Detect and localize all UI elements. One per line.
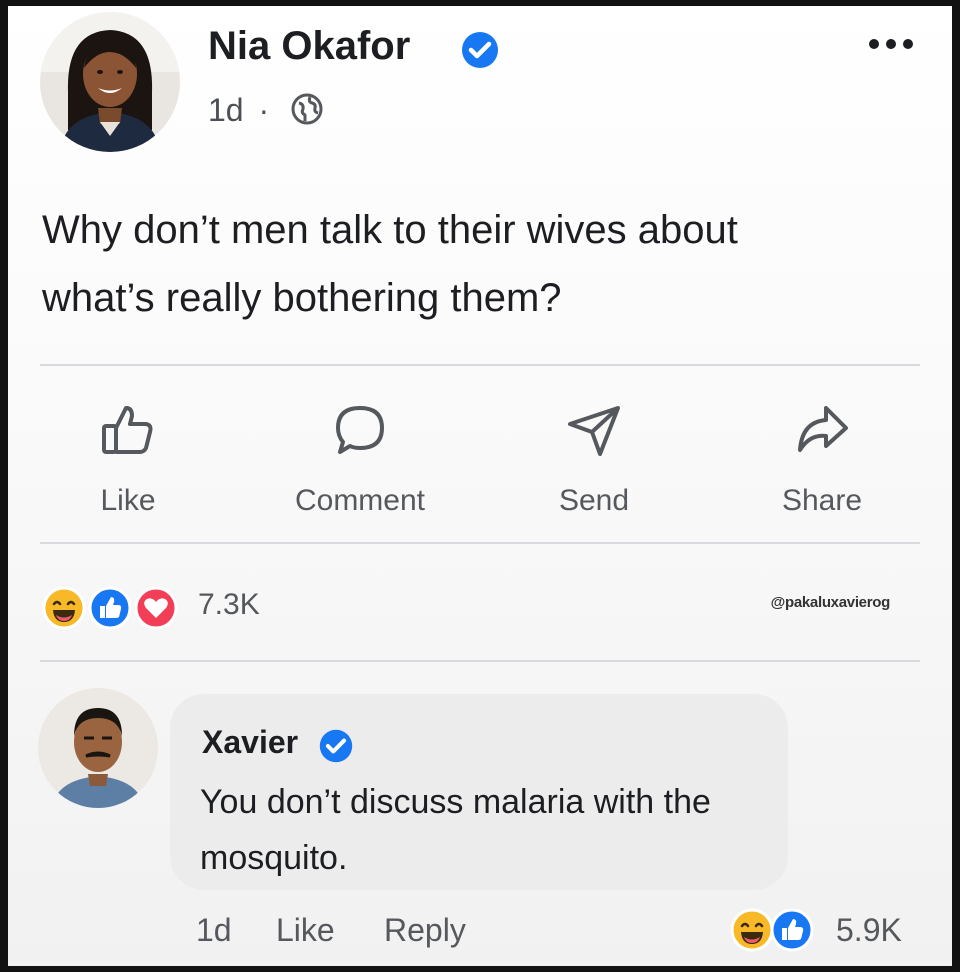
- divider: [40, 660, 920, 662]
- reaction-count[interactable]: 7.3K: [198, 588, 260, 622]
- post-card: Nia Okafor 1d · Why don’t men talk to th…: [8, 6, 952, 966]
- share-icon: [798, 406, 848, 452]
- post-text: Why don’t men talk to their wives about …: [42, 196, 922, 332]
- comment-reaction-count[interactable]: 5.9K: [836, 912, 902, 949]
- comment-button[interactable]: Comment: [280, 398, 440, 518]
- comment-text: You don’t discuss malaria with the mosqu…: [200, 774, 780, 886]
- verified-badge-icon: [319, 729, 353, 763]
- like-icon: [770, 908, 814, 952]
- post-timestamp[interactable]: 1d: [208, 92, 244, 128]
- globe-icon: [291, 93, 323, 125]
- author-name[interactable]: Nia Okafor: [208, 24, 410, 69]
- thumbs-up-icon: [102, 406, 153, 454]
- comment-like-button[interactable]: Like: [276, 912, 335, 949]
- love-icon: [134, 586, 178, 630]
- haha-icon: [730, 908, 774, 952]
- like-label: Like: [100, 484, 156, 517]
- share-button[interactable]: Share: [742, 398, 902, 518]
- send-icon: [568, 406, 620, 456]
- divider: [40, 364, 920, 366]
- post-text-line: Why don’t men talk to their wives about: [42, 208, 738, 252]
- comment-text-line: mosquito.: [200, 839, 348, 877]
- send-button[interactable]: Send: [514, 398, 674, 518]
- comment-timestamp[interactable]: 1d: [196, 912, 232, 949]
- comment-text-line: You don’t discuss malaria with the: [200, 783, 711, 821]
- comment-bubble: Xavier You don’t discuss malaria with th…: [170, 694, 788, 890]
- reaction-icons[interactable]: [42, 586, 192, 630]
- comment-reaction-icons[interactable]: [730, 908, 814, 952]
- send-label: Send: [558, 484, 630, 517]
- verified-badge-icon: [462, 32, 498, 68]
- commenter-avatar[interactable]: [38, 688, 158, 808]
- post-text-line: what’s really bothering them?: [42, 276, 562, 320]
- comment-reply-button[interactable]: Reply: [384, 912, 466, 949]
- comment-icon: [336, 406, 384, 454]
- meta-separator: ·: [258, 92, 270, 128]
- comment-label: Comment: [294, 484, 426, 517]
- post-meta: 1d ·: [208, 92, 275, 129]
- author-avatar[interactable]: [40, 12, 180, 152]
- commenter-name[interactable]: Xavier: [202, 724, 298, 761]
- like-icon: [88, 586, 132, 630]
- more-options-icon[interactable]: [866, 36, 916, 52]
- divider: [40, 542, 920, 544]
- haha-icon: [42, 586, 86, 630]
- like-button[interactable]: Like: [48, 398, 208, 518]
- share-label: Share: [781, 484, 863, 517]
- watermark: @pakaluxavierog: [770, 594, 891, 611]
